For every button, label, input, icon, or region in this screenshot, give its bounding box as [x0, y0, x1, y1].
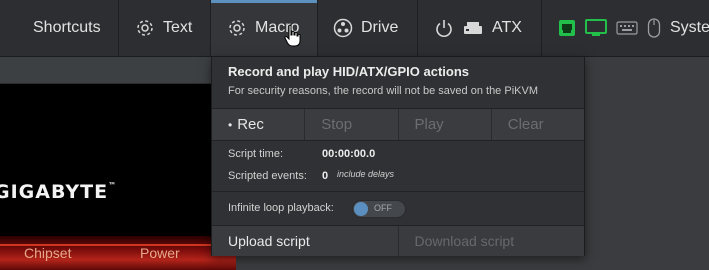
- play-button[interactable]: Play: [397, 109, 491, 140]
- bios-label-chipset: Chipset: [24, 245, 72, 261]
- mouse-icon: [647, 18, 661, 38]
- clear-button[interactable]: Clear: [490, 109, 584, 140]
- network-icon: [558, 19, 576, 37]
- download-script-button[interactable]: Download script: [397, 226, 585, 256]
- stop-button[interactable]: Stop: [304, 109, 397, 140]
- scripted-events-value: 0: [322, 170, 329, 182]
- workspace-background: [588, 57, 709, 270]
- bios-label-power: Power: [140, 245, 180, 261]
- menu-bar: Shortcuts Text Macro Drive ATX Syste: [0, 0, 709, 57]
- scripted-events-note: include delays: [337, 169, 395, 179]
- script-time-value: 00:00:00.0: [322, 148, 376, 160]
- loop-playback-toggle[interactable]: OFF: [352, 200, 406, 218]
- monitor-icon: [585, 18, 607, 38]
- macro-control-row: Rec Stop Play Clear: [212, 108, 584, 141]
- macro-subtitle: For security reasons, the record will no…: [228, 85, 538, 97]
- menu-shortcuts[interactable]: Shortcuts: [0, 0, 118, 56]
- stream-screen[interactable]: GIGABYTE™: [0, 84, 236, 270]
- macro-title: Record and play HID/ATX/GPIO actions: [228, 64, 470, 79]
- menu-system[interactable]: Syste: [541, 0, 709, 56]
- macro-dropdown: Record and play HID/ATX/GPIO actions For…: [211, 57, 585, 256]
- menu-drive-label: Drive: [361, 19, 399, 36]
- toggle-knob: [354, 202, 368, 216]
- hand-cursor-icon: [283, 24, 303, 53]
- stream-header: [0, 57, 236, 84]
- upload-script-button[interactable]: Upload script: [212, 226, 398, 256]
- menu-drive[interactable]: Drive: [317, 0, 417, 56]
- menu-system-label: Syste: [670, 19, 709, 36]
- toggle-state: OFF: [374, 203, 392, 213]
- script-file-row: Upload script Download script: [212, 225, 584, 256]
- menu-text[interactable]: Text: [118, 0, 210, 56]
- atx-box-icon: [462, 20, 484, 36]
- gear-icon: [227, 18, 247, 38]
- menu-atx[interactable]: ATX: [417, 0, 541, 56]
- menu-text-label: Text: [163, 19, 193, 36]
- menu-shortcuts-label: Shortcuts: [33, 19, 101, 36]
- rec-button[interactable]: Rec: [212, 109, 304, 140]
- stream-window: GIGABYTE™ Chipset Power: [0, 57, 236, 270]
- gear-icon: [135, 18, 155, 38]
- scripted-events-label: Scripted events:: [228, 170, 307, 182]
- drive-icon: [333, 18, 353, 38]
- power-icon: [434, 18, 454, 38]
- keyboard-icon: [616, 21, 638, 35]
- loop-playback-label: Infinite loop playback:: [228, 202, 334, 214]
- script-time-label: Script time:: [228, 148, 284, 160]
- menu-atx-label: ATX: [492, 19, 522, 36]
- brand-logo: GIGABYTE™: [0, 181, 118, 203]
